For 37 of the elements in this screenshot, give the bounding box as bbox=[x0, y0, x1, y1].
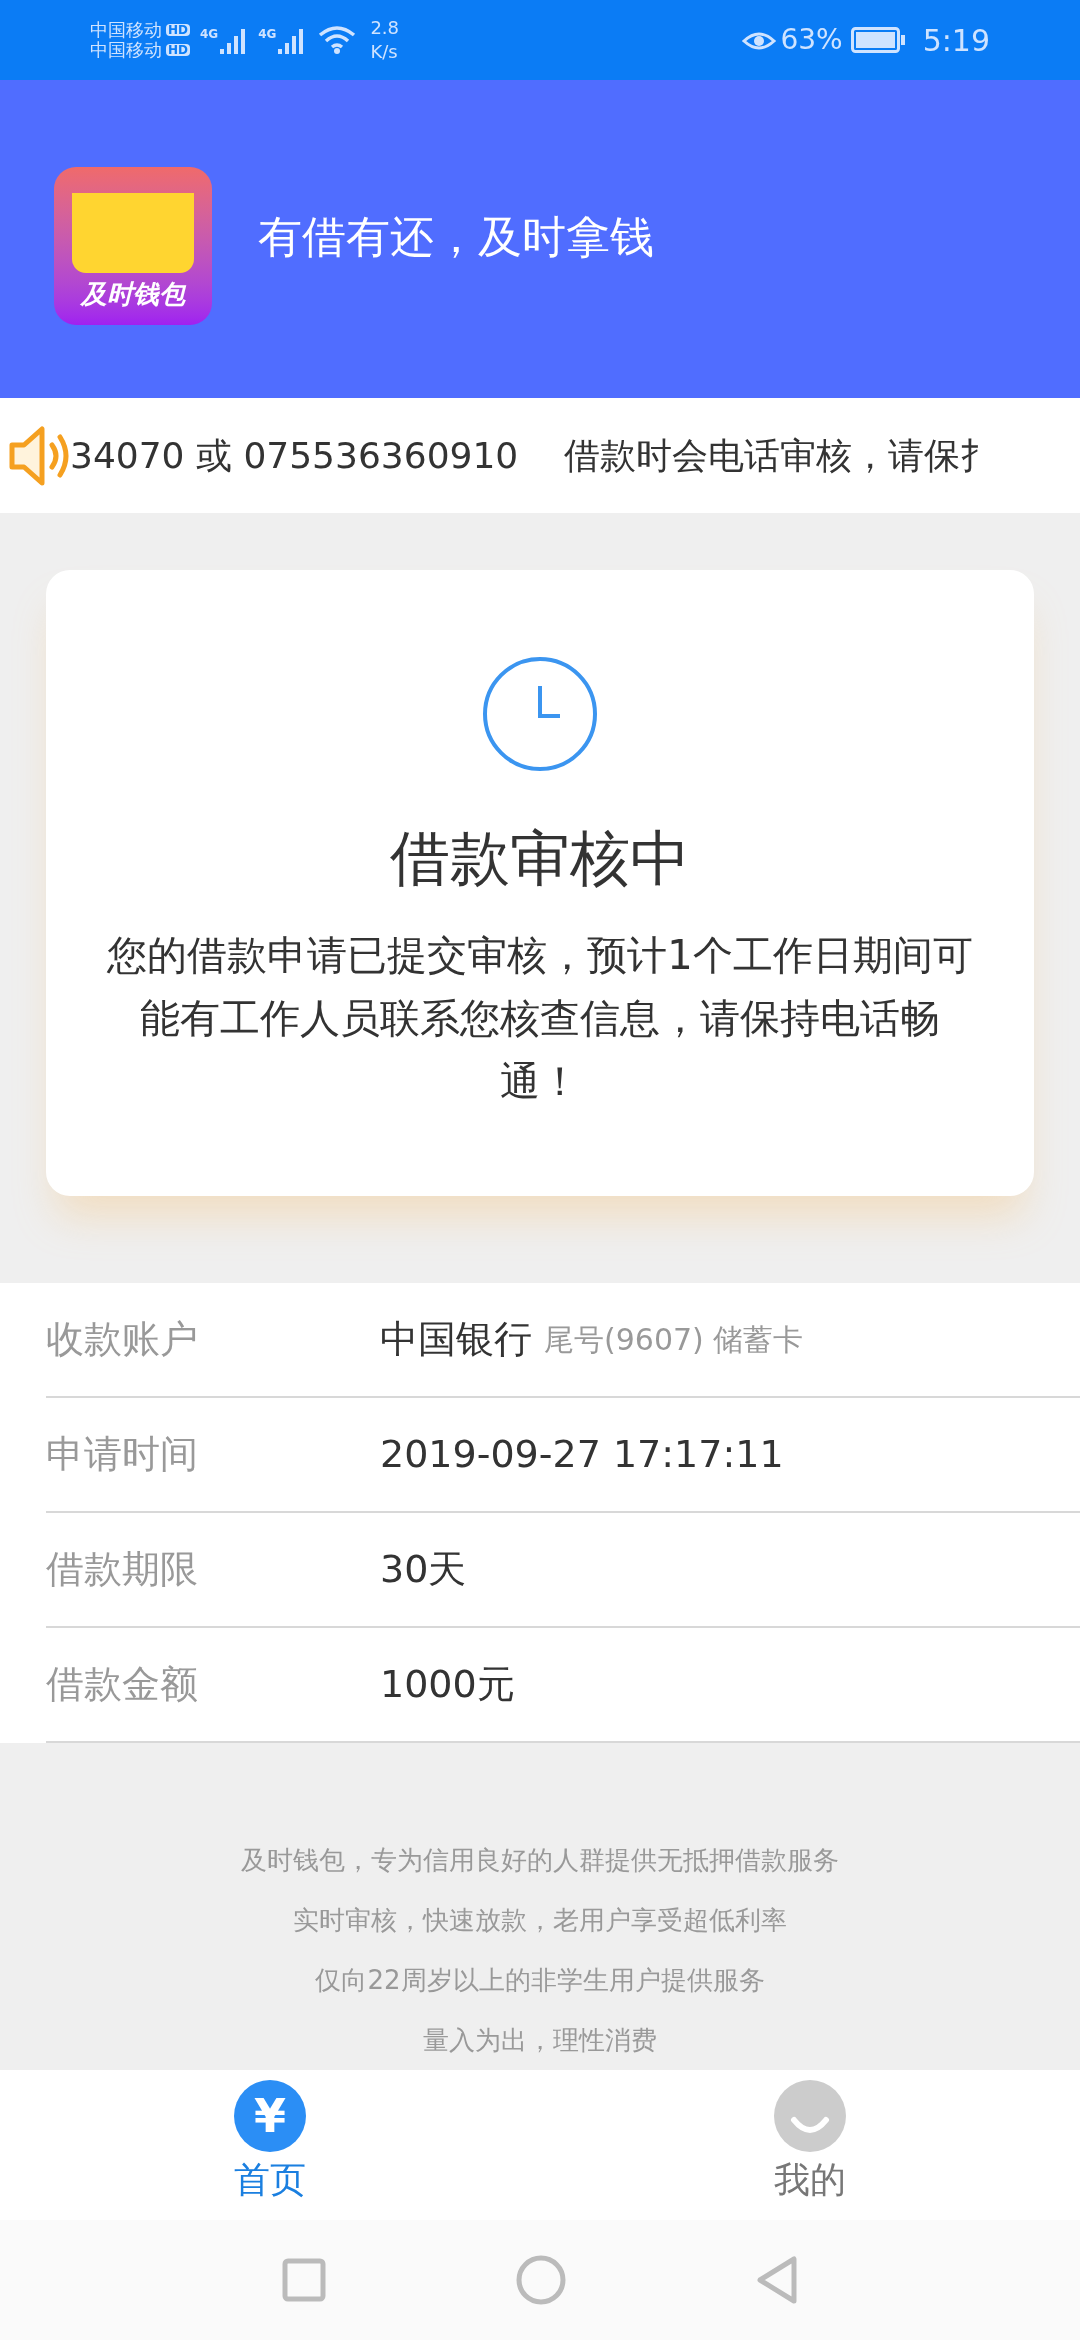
detail-note: 尾号(9607) 储蓄卡 bbox=[544, 1321, 804, 1359]
hd-badge: HD bbox=[166, 44, 190, 56]
network-type: 4G bbox=[258, 26, 277, 43]
detail-value: 1000元 bbox=[380, 1661, 515, 1708]
detail-value: 30天 bbox=[380, 1546, 467, 1593]
network-speed: 2.8 bbox=[370, 16, 400, 40]
notice-text: 34070 或 075536360910 借款时会电话审核，请保扌 bbox=[70, 433, 997, 478]
wifi-icon bbox=[318, 25, 357, 55]
tab-button[interactable]: 我的 bbox=[540, 2070, 1080, 2220]
status-title: 借款审核中 bbox=[390, 828, 690, 888]
clock-time: 5:19 bbox=[922, 21, 990, 60]
tab-button[interactable]: ¥ 首页 bbox=[0, 2070, 540, 2220]
smiley-icon bbox=[774, 2080, 846, 2152]
recent-apps-icon[interactable] bbox=[282, 2258, 326, 2302]
home-icon[interactable] bbox=[516, 2255, 566, 2305]
detail-value: 中国银行 bbox=[380, 1316, 532, 1363]
detail-label: 借款金额 bbox=[46, 1661, 199, 1708]
detail-label: 收款账户 bbox=[46, 1316, 199, 1363]
clock-icon bbox=[482, 656, 598, 772]
battery-percent: 63% bbox=[780, 22, 843, 58]
detail-label: 申请时间 bbox=[46, 1431, 199, 1478]
network-type: 4G bbox=[200, 26, 219, 43]
carrier-name: 中国移动 bbox=[90, 21, 162, 39]
carrier-name: 中国移动 bbox=[90, 41, 162, 59]
footer-text: 量入为出，理性消费 bbox=[423, 2024, 657, 2057]
speed-unit: K/s bbox=[370, 40, 399, 64]
detail-value: 2019-09-27 17:17:11 bbox=[380, 1431, 784, 1478]
detail-label: 借款期限 bbox=[46, 1546, 199, 1593]
footer-text: 实时审核，快速放款，老用户享受超低利率 bbox=[293, 1904, 787, 1937]
yuan-icon: ¥ bbox=[234, 2080, 306, 2152]
app-logo: 及时钱包 bbox=[54, 167, 212, 325]
back-icon[interactable] bbox=[756, 2255, 798, 2305]
footer-text: 仅向22周岁以上的非学生用户提供服务 bbox=[315, 1964, 765, 1997]
status-message: 您的借款申请已提交审核，预计1个工作日期间可能有工作人员联系您核查信息，请保持电话畅通！ bbox=[106, 931, 974, 1106]
footer-text: 及时钱包，专为信用良好的人群提供无抵押借款服务 bbox=[241, 1844, 839, 1877]
hd-badge: HD bbox=[166, 24, 190, 36]
slogan-text: 有借有还，及时拿钱 bbox=[258, 215, 654, 259]
